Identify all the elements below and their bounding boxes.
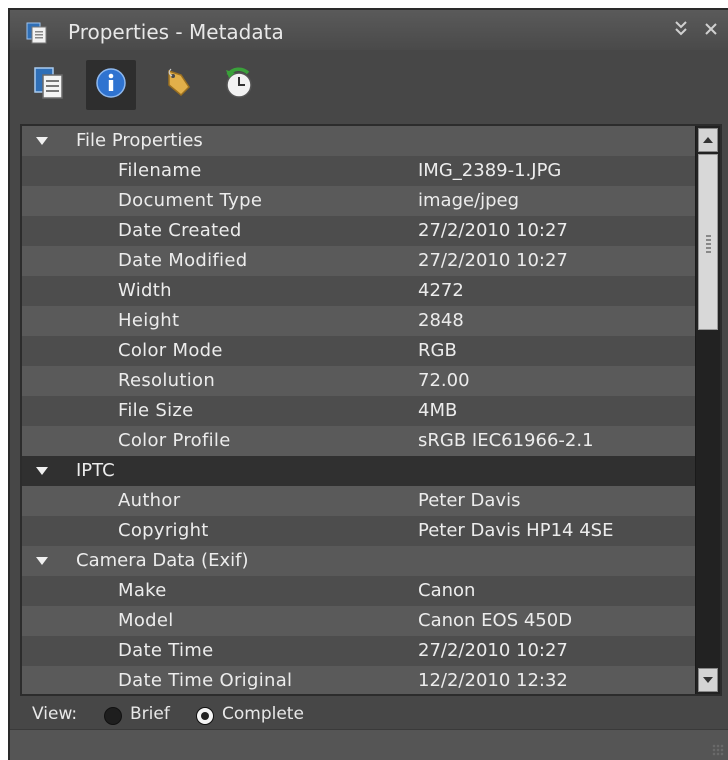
property-key: Date Time xyxy=(118,640,214,661)
property-key: Filename xyxy=(118,160,202,181)
property-value: sRGB IEC61966-2.1 xyxy=(418,430,594,451)
property-value: 27/2/2010 10:27 xyxy=(418,250,568,271)
scroll-thumb[interactable] xyxy=(698,154,718,330)
table-row[interactable]: Filename IMG_2389-1.JPG xyxy=(22,156,698,186)
metadata-tab[interactable] xyxy=(86,60,136,110)
metadata-panel: Properties - Metadata File Properties Fi… xyxy=(8,8,728,760)
panel-title: Properties - Metadata xyxy=(68,20,284,44)
property-value: Canon EOS 450D xyxy=(418,610,573,631)
expand-triangle-icon[interactable] xyxy=(36,137,48,145)
property-key: Author xyxy=(118,490,181,511)
section-camera-data[interactable]: Camera Data (Exif) xyxy=(22,546,698,576)
brief-label[interactable]: Brief xyxy=(130,704,170,724)
document-icon xyxy=(32,66,66,104)
metadata-list: File Properties Filename IMG_2389-1.JPG D… xyxy=(20,124,722,696)
history-tab[interactable] xyxy=(214,60,264,110)
table-row[interactable]: Color Profile sRGB IEC61966-2.1 xyxy=(22,426,698,456)
property-key: Make xyxy=(118,580,167,601)
scroll-down-button[interactable] xyxy=(698,668,718,692)
panel-footer xyxy=(10,729,728,760)
metadata-rows: File Properties Filename IMG_2389-1.JPG D… xyxy=(22,126,698,694)
property-value: 2848 xyxy=(418,310,464,331)
info-icon xyxy=(95,67,127,103)
collapse-icon[interactable] xyxy=(674,20,688,43)
general-tab[interactable] xyxy=(24,60,74,110)
property-key: Date Time Original xyxy=(118,670,293,691)
table-row[interactable]: Date Modified 27/2/2010 10:27 xyxy=(22,246,698,276)
section-title: IPTC xyxy=(76,460,115,481)
property-value: image/jpeg xyxy=(418,190,520,211)
section-iptc[interactable]: IPTC xyxy=(22,456,698,486)
property-value: Canon xyxy=(418,580,476,601)
property-value: 72.00 xyxy=(418,370,470,391)
table-row[interactable]: File Size 4MB xyxy=(22,396,698,426)
table-row[interactable]: Date Time Original 12/2/2010 12:32 xyxy=(22,666,698,694)
property-key: Height xyxy=(118,310,180,331)
close-icon[interactable] xyxy=(704,20,718,43)
resize-grip-icon[interactable] xyxy=(712,744,724,756)
table-row[interactable]: Date Time 27/2/2010 10:27 xyxy=(22,636,698,666)
table-row[interactable]: Height 2848 xyxy=(22,306,698,336)
properties-icon xyxy=(26,22,48,44)
property-value: 27/2/2010 10:27 xyxy=(418,220,568,241)
property-value: 27/2/2010 10:27 xyxy=(418,640,568,661)
table-row[interactable]: Document Type image/jpeg xyxy=(22,186,698,216)
grip-icon xyxy=(706,235,711,255)
vertical-scrollbar[interactable] xyxy=(695,126,720,694)
property-key: Date Created xyxy=(118,220,242,241)
history-icon xyxy=(222,66,256,104)
property-value: IMG_2389-1.JPG xyxy=(418,160,562,181)
panel-toolbar xyxy=(10,54,728,120)
property-key: Date Modified xyxy=(118,250,248,271)
property-value: 12/2/2010 12:32 xyxy=(418,670,568,691)
view-label: View: xyxy=(32,704,78,724)
table-row[interactable]: Resolution 72.00 xyxy=(22,366,698,396)
property-key: File Size xyxy=(118,400,194,421)
table-row[interactable]: Width 4272 xyxy=(22,276,698,306)
property-value: Peter Davis xyxy=(418,490,521,511)
section-title: Camera Data (Exif) xyxy=(76,550,249,571)
property-key: Resolution xyxy=(118,370,216,391)
property-key: Color Profile xyxy=(118,430,231,451)
table-row[interactable]: Date Created 27/2/2010 10:27 xyxy=(22,216,698,246)
property-key: Model xyxy=(118,610,174,631)
property-value: 4272 xyxy=(418,280,464,301)
complete-label[interactable]: Complete xyxy=(222,704,304,724)
property-key: Color Mode xyxy=(118,340,223,361)
brief-radio[interactable] xyxy=(104,707,122,725)
table-row[interactable]: Make Canon xyxy=(22,576,698,606)
section-title: File Properties xyxy=(76,130,203,151)
expand-triangle-icon[interactable] xyxy=(36,467,48,475)
property-key: Width xyxy=(118,280,172,301)
property-value: RGB xyxy=(418,340,457,361)
scroll-up-button[interactable] xyxy=(698,128,718,152)
table-row[interactable]: Copyright Peter Davis HP14 4SE xyxy=(22,516,698,546)
panel-titlebar[interactable]: Properties - Metadata xyxy=(10,10,728,50)
property-key: Document Type xyxy=(118,190,263,211)
complete-radio[interactable] xyxy=(196,707,214,725)
keywords-tab[interactable] xyxy=(152,60,202,110)
property-value: Peter Davis HP14 4SE xyxy=(418,520,614,541)
view-options: View: Brief Complete xyxy=(10,698,728,728)
table-row[interactable]: Model Canon EOS 450D xyxy=(22,606,698,636)
table-row[interactable]: Author Peter Davis xyxy=(22,486,698,516)
property-key: Copyright xyxy=(118,520,209,541)
property-value: 4MB xyxy=(418,400,458,421)
expand-triangle-icon[interactable] xyxy=(36,557,48,565)
tag-icon xyxy=(161,67,193,103)
section-file-properties[interactable]: File Properties xyxy=(22,126,698,156)
table-row[interactable]: Color Mode RGB xyxy=(22,336,698,366)
